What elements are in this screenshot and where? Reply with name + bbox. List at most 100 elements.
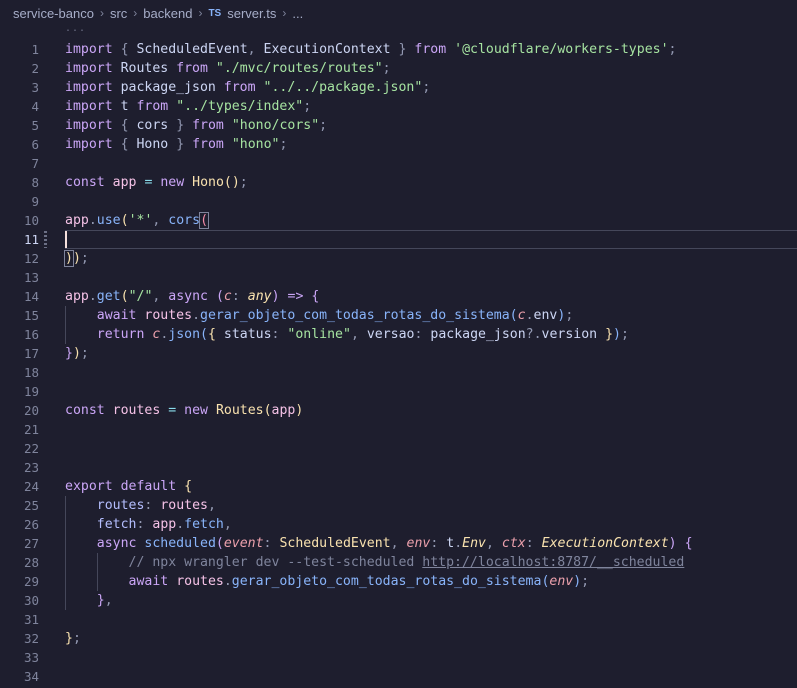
code-line[interactable]: 9 (0, 192, 797, 211)
code-token: ( (199, 212, 210, 229)
line-content[interactable]: }); (65, 344, 797, 363)
breadcrumb-file-server-ts[interactable]: server.ts (227, 6, 276, 21)
indent-guide (65, 534, 66, 553)
line-content[interactable] (65, 610, 797, 629)
code-line[interactable]: 3 import package_json from "../../package… (0, 78, 797, 97)
code-line[interactable]: 30 }, (0, 591, 797, 610)
code-token: http://localhost:8787/__scheduled (422, 555, 685, 570)
code-token: Routes (112, 61, 177, 76)
line-content[interactable]: import { Hono } from "hono"; (65, 135, 797, 154)
code-token: Hono (128, 137, 177, 152)
line-content[interactable] (65, 667, 797, 686)
line-content[interactable] (65, 154, 797, 173)
line-content[interactable]: import Routes from "./mvc/routes/routes"… (65, 59, 797, 78)
line-number: 5 (31, 118, 39, 133)
code-line[interactable]: 27 async scheduled(event: ScheduledEvent… (0, 534, 797, 553)
code-line[interactable]: 10 app.use('*', cors( (0, 211, 797, 230)
line-content[interactable]: // npx wrangler dev --test-scheduled htt… (65, 553, 797, 572)
line-content[interactable]: fetch: app.fetch, (65, 515, 797, 534)
code-token: , (207, 498, 216, 513)
code-line[interactable]: 15 await routes.gerar_objeto_com_todas_r… (0, 306, 797, 325)
code-token: routes (96, 498, 145, 513)
code-token: app (152, 517, 177, 532)
code-line[interactable]: 28 // npx wrangler dev --test-scheduled … (0, 553, 797, 572)
code-token: } (96, 593, 105, 608)
code-token: await (96, 308, 137, 323)
code-line[interactable]: 1 import { ScheduledEvent, ExecutionConte… (0, 40, 797, 59)
code-line[interactable]: 12)); (0, 249, 797, 268)
line-content[interactable]: return c.json({ status: "online", versao… (65, 325, 797, 344)
line-content[interactable] (65, 192, 797, 211)
code-line[interactable]: 25 routes: routes, (0, 496, 797, 515)
code-token: ( (215, 289, 224, 304)
code-line[interactable]: 7 (0, 154, 797, 173)
line-content[interactable]: await routes.gerar_objeto_com_todas_rota… (65, 572, 797, 591)
code-line[interactable]: 29 await routes.gerar_objeto_com_todas_r… (0, 572, 797, 591)
code-line[interactable]: 2 import Routes from "./mvc/routes/routes… (0, 59, 797, 78)
code-token: const (65, 403, 105, 418)
line-number: 19 (23, 384, 39, 399)
line-content[interactable]: await routes.gerar_objeto_com_todas_rota… (65, 306, 797, 325)
line-content[interactable]: async scheduled(event: ScheduledEvent, e… (65, 534, 797, 553)
code-line[interactable]: 11 (0, 230, 797, 249)
line-content[interactable]: import t from "../types/index"; (65, 97, 797, 116)
code-line[interactable]: 31 (0, 610, 797, 629)
line-content[interactable]: const app = new Hono(); (65, 173, 797, 192)
line-number: 6 (31, 137, 39, 152)
line-number: 23 (23, 460, 39, 475)
line-content[interactable] (65, 363, 797, 382)
code-line[interactable]: 18 (0, 363, 797, 382)
line-content[interactable]: import { ScheduledEvent, ExecutionContex… (65, 40, 797, 59)
line-content[interactable]: app.use('*', cors( (65, 211, 797, 230)
code-line[interactable]: 33 (0, 648, 797, 667)
line-content[interactable]: import { cors } from "hono/cors"; (65, 116, 797, 135)
code-line[interactable]: 4 import t from "../types/index"; (0, 97, 797, 116)
code-area[interactable]: 1 import { ScheduledEvent, ExecutionConte… (0, 40, 797, 686)
line-content[interactable] (65, 458, 797, 477)
folded-code-hint[interactable]: ... (65, 24, 86, 34)
code-line[interactable]: 17}); (0, 344, 797, 363)
code-line[interactable]: 6 import { Hono } from "hono"; (0, 135, 797, 154)
code-line[interactable]: 22 (0, 439, 797, 458)
breadcrumb-symbols-ellipsis[interactable]: ... (292, 6, 303, 21)
code-editor[interactable]: service-banco › src › backend › TS serve… (0, 0, 797, 688)
code-token: ( (120, 213, 129, 228)
code-line[interactable]: 13 (0, 268, 797, 287)
line-content[interactable] (65, 439, 797, 458)
line-content[interactable]: const routes = new Routes(app) (65, 401, 797, 420)
line-content[interactable]: import package_json from "../../package.… (65, 78, 797, 97)
line-content[interactable]: export default { (65, 477, 797, 496)
code-token: . (454, 536, 463, 551)
code-line[interactable]: 23 (0, 458, 797, 477)
line-content[interactable] (65, 230, 797, 249)
line-content[interactable] (65, 268, 797, 287)
code-line[interactable]: 20 const routes = new Routes(app) (0, 401, 797, 420)
line-content[interactable]: routes: routes, (65, 496, 797, 515)
code-line[interactable]: 26 fetch: app.fetch, (0, 515, 797, 534)
line-content[interactable] (65, 648, 797, 667)
line-content[interactable]: app.get("/", async (c: any) => { (65, 287, 797, 306)
line-content[interactable]: }; (65, 629, 797, 648)
code-line[interactable]: 19 (0, 382, 797, 401)
code-line[interactable]: 24 export default { (0, 477, 797, 496)
code-token: from (136, 99, 169, 114)
line-content[interactable] (65, 420, 797, 439)
code-line[interactable]: 34 (0, 667, 797, 686)
breadcrumb-folder-src[interactable]: src (110, 6, 127, 21)
breadcrumb-folder-backend[interactable]: backend (143, 6, 192, 21)
line-number: 28 (23, 555, 39, 570)
code-token: ) (271, 289, 280, 304)
code-line[interactable]: 16 return c.json({ status: "online", ver… (0, 325, 797, 344)
line-content[interactable] (65, 382, 797, 401)
line-content[interactable]: }, (65, 591, 797, 610)
code-line[interactable]: 21 (0, 420, 797, 439)
code-line[interactable]: 32}; (0, 629, 797, 648)
line-content[interactable]: )); (64, 249, 797, 268)
breadcrumb-folder-service-banco[interactable]: service-banco (13, 6, 94, 21)
code-line[interactable]: 8 const app = new Hono(); (0, 173, 797, 192)
code-line[interactable]: 5 import { cors } from "hono/cors"; (0, 116, 797, 135)
code-token: } (605, 327, 614, 342)
code-line[interactable]: 14 app.get("/", async (c: any) => { (0, 287, 797, 306)
